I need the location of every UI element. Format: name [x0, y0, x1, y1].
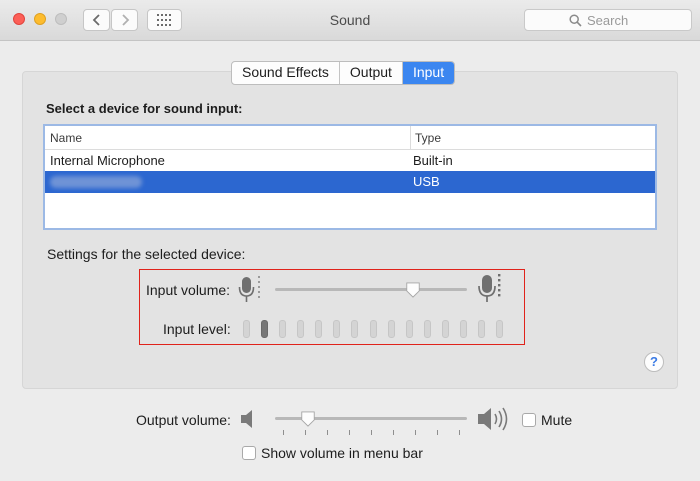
search-icon: [569, 14, 582, 27]
tab-bar: Sound Effects Output Input: [231, 61, 456, 85]
level-bar: [387, 320, 395, 338]
volume-tick: [437, 430, 438, 435]
sound-preferences-window: Sound Search Sound Effects Output Input …: [0, 0, 700, 481]
mute-label: Mute: [541, 412, 573, 428]
search-placeholder: Search: [587, 13, 629, 28]
help-button[interactable]: ?: [644, 352, 664, 372]
input-volume-label: Input volume:: [146, 282, 231, 298]
level-bar: [333, 320, 341, 338]
input-level-label: Input level:: [163, 321, 231, 337]
table-row[interactable]: Internal Microphone Built-in: [45, 150, 655, 172]
level-bar: [243, 320, 250, 338]
level-bar: [261, 320, 269, 338]
volume-tick: [283, 430, 284, 435]
level-bar: [369, 320, 377, 338]
speaker-high-icon: [478, 407, 508, 431]
column-header-type[interactable]: Type: [415, 131, 441, 145]
volume-tick: [415, 430, 416, 435]
device-type: Built-in: [413, 153, 453, 168]
show-volume-label: Show volume in menu bar: [261, 445, 423, 461]
device-heading: Select a device for sound input:: [46, 101, 243, 116]
device-type: USB: [413, 174, 440, 189]
microphone-icon: [238, 276, 260, 302]
volume-tick: [349, 430, 350, 435]
input-volume-slider[interactable]: [275, 288, 467, 291]
tab-sound-effects[interactable]: Sound Effects: [232, 62, 340, 84]
speaker-low-icon: [241, 410, 252, 428]
microphone-icon: [478, 274, 501, 302]
search-field[interactable]: Search: [524, 9, 692, 31]
level-bar: [315, 320, 323, 338]
device-name: Internal Microphone: [50, 153, 165, 168]
help-icon: ?: [650, 354, 658, 369]
level-bar: [496, 320, 503, 338]
level-bar: [423, 320, 431, 338]
tab-output[interactable]: Output: [340, 62, 403, 84]
show-volume-checkbox[interactable]: [242, 446, 256, 460]
volume-tick: [393, 430, 394, 435]
tab-input[interactable]: Input: [402, 62, 455, 84]
level-bar: [297, 320, 305, 338]
input-volume-slider-thumb[interactable]: [405, 282, 421, 298]
level-bar: [459, 320, 467, 338]
device-name-redacted: [50, 174, 142, 191]
level-bar: [441, 320, 449, 338]
table-row-selected[interactable]: USB: [45, 171, 655, 193]
level-bar: [477, 320, 485, 338]
column-header-name[interactable]: Name: [50, 131, 82, 145]
volume-tick: [305, 430, 306, 435]
level-bar: [279, 320, 287, 338]
output-volume-label: Output volume:: [136, 412, 231, 428]
volume-tick: [459, 430, 460, 435]
level-bar: [405, 320, 413, 338]
settings-heading: Settings for the selected device:: [47, 246, 246, 262]
column-divider: [410, 126, 411, 149]
level-bar: [351, 320, 359, 338]
device-table[interactable]: Name Type Internal Microphone Built-in U…: [43, 124, 657, 230]
output-volume-ticks: [275, 430, 467, 436]
volume-tick: [327, 430, 328, 435]
mute-checkbox[interactable]: [522, 413, 536, 427]
volume-tick: [371, 430, 372, 435]
output-volume-slider-thumb[interactable]: [300, 411, 316, 427]
table-header: Name Type: [45, 126, 655, 150]
title-bar: Sound Search: [0, 0, 700, 41]
